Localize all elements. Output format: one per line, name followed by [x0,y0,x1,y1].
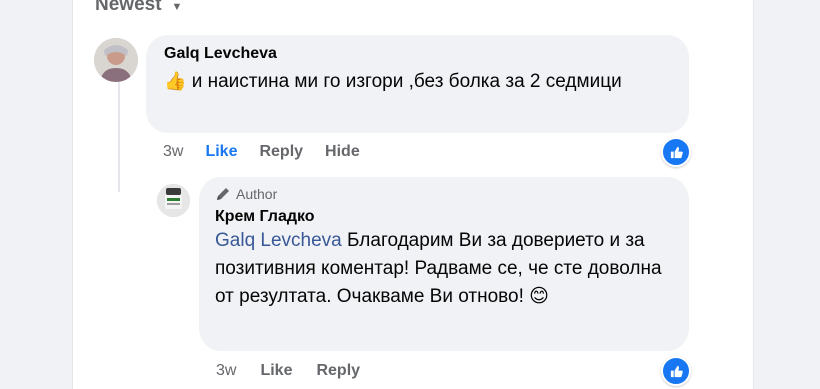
comment-text: 👍 и наистина ми го изгори ,без болка за … [164,67,671,96]
reply-timestamp[interactable]: 3w [216,362,236,380]
reply-author[interactable]: Крем Гладко [215,208,673,226]
comment-author[interactable]: Galq Levcheva [164,45,671,63]
hide-button[interactable]: Hide [325,143,360,161]
sort-label: Newest [95,0,162,15]
user-photo-icon [94,38,138,82]
reply-like-button[interactable]: Like [260,362,292,380]
thread-connector [118,82,120,192]
reply-actions: 3w Like Reply [216,362,360,380]
reply-text: Galq Levcheva Благодарим Ви за доверието… [215,227,673,311]
page-logo-icon [157,184,190,217]
comment-body: и наистина ми го изгори ,без болка за 2 … [191,71,622,92]
reaction-like-icon[interactable] [661,137,691,167]
reply-reaction-like-icon[interactable] [661,356,691,386]
thumbs-up-icon [670,146,683,158]
thumbs-up-emoji: 👍 [164,71,187,91]
thumbs-up-icon [670,365,683,377]
avatar[interactable] [94,38,138,82]
like-button[interactable]: Like [205,143,237,161]
comment-bubble: Galq Levcheva 👍 и наистина ми го изгори … [146,35,689,133]
reply-avatar[interactable] [157,184,190,217]
author-badge: Author [215,186,673,202]
mention-link[interactable]: Galq Levcheva [215,230,342,251]
pencil-icon [217,188,229,200]
author-badge-label: Author [236,186,278,202]
reply-reply-button[interactable]: Reply [316,362,360,380]
smile-emoji: 😊 [529,286,549,307]
caret-down-icon: ▼ [171,1,183,13]
reply-button[interactable]: Reply [259,143,303,161]
comment-actions: 3w Like Reply Hide [163,143,360,161]
reply-bubble: Author Крем Гладко Galq Levcheva Благода… [199,177,689,351]
comment-timestamp[interactable]: 3w [163,143,183,161]
sort-dropdown[interactable]: Newest ▼ [95,0,182,16]
